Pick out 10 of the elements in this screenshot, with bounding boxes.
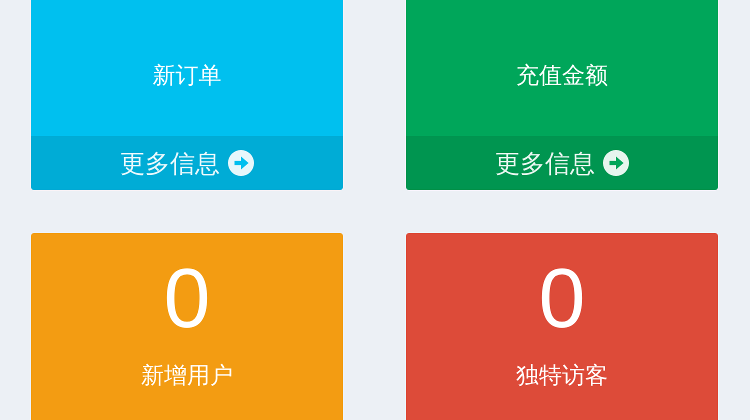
stat-label: 新订单 xyxy=(152,62,222,91)
more-info-link[interactable]: 更多信息 xyxy=(406,136,718,190)
stat-label: 充值金额 xyxy=(515,62,609,91)
arrow-circle-icon xyxy=(603,150,629,176)
stat-label: 新增用户 xyxy=(140,362,234,391)
stat-number: 0 xyxy=(538,253,586,343)
stat-label: 独特访客 xyxy=(515,362,609,391)
more-info-link[interactable]: 更多信息 xyxy=(31,136,343,190)
stat-number: 0 xyxy=(162,253,212,343)
arrow-circle-icon xyxy=(228,150,254,176)
